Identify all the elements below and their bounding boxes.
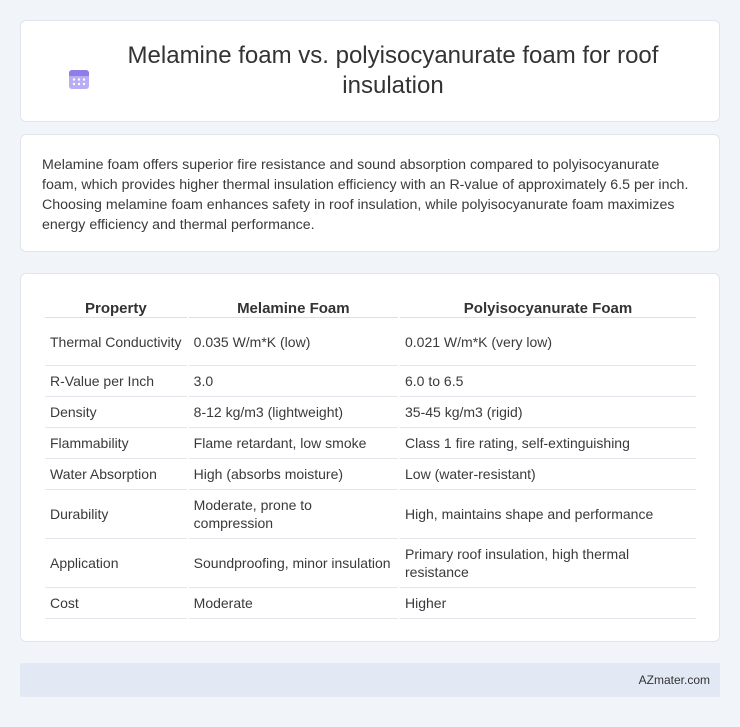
- cell-melamine: 3.0: [188, 366, 398, 397]
- cell-melamine: Moderate, prone to compression: [188, 490, 398, 539]
- cell-melamine: High (absorbs moisture): [188, 459, 398, 490]
- table-row: Cost Moderate Higher: [45, 588, 696, 619]
- cell-property: Density: [45, 397, 187, 428]
- cell-polyiso: Primary roof insulation, high thermal re…: [400, 539, 696, 588]
- cell-property: Thermal Conductivity: [45, 318, 187, 366]
- cell-melamine: Moderate: [188, 588, 398, 619]
- table-row: Thermal Conductivity 0.035 W/m*K (low) 0…: [45, 318, 696, 366]
- cell-property: Application: [45, 539, 187, 588]
- column-header-polyiso: Polyisocyanurate Foam: [400, 294, 696, 318]
- cell-polyiso: 6.0 to 6.5: [400, 366, 696, 397]
- table-row: Application Soundproofing, minor insulat…: [45, 539, 696, 588]
- cell-property: Cost: [45, 588, 187, 619]
- column-header-melamine: Melamine Foam: [188, 294, 398, 318]
- summary-card: Melamine foam offers superior fire resis…: [20, 134, 720, 252]
- table-row: R-Value per Inch 3.0 6.0 to 6.5: [45, 366, 696, 397]
- cell-polyiso: Low (water-resistant): [400, 459, 696, 490]
- title-wrap: Melamine foam vs. polyisocyanurate foam …: [50, 41, 690, 101]
- cell-polyiso: 35-45 kg/m3 (rigid): [400, 397, 696, 428]
- cell-melamine: Flame retardant, low smoke: [188, 428, 398, 459]
- summary-text: Melamine foam offers superior fire resis…: [42, 157, 689, 233]
- column-header-property: Property: [45, 294, 187, 318]
- title-card: Melamine foam vs. polyisocyanurate foam …: [20, 20, 720, 122]
- cell-polyiso: Higher: [400, 588, 696, 619]
- comparison-table-card: Property Melamine Foam Polyisocyanurate …: [20, 273, 720, 642]
- cell-polyiso: High, maintains shape and performance: [400, 490, 696, 539]
- table-row: Water Absorption High (absorbs moisture)…: [45, 459, 696, 490]
- footer-bar: AZmater.com: [20, 663, 720, 697]
- cell-polyiso: 0.021 W/m*K (very low): [400, 318, 696, 366]
- cell-melamine: 8-12 kg/m3 (lightweight): [188, 397, 398, 428]
- cell-melamine: 0.035 W/m*K (low): [188, 318, 398, 366]
- cell-polyiso: Class 1 fire rating, self-extinguishing: [400, 428, 696, 459]
- comparison-table: Property Melamine Foam Polyisocyanurate …: [43, 294, 698, 619]
- table-header-row: Property Melamine Foam Polyisocyanurate …: [45, 294, 696, 318]
- cell-melamine: Soundproofing, minor insulation: [188, 539, 398, 588]
- footer-brand: AZmater.com: [638, 673, 710, 687]
- table-row: Flammability Flame retardant, low smoke …: [45, 428, 696, 459]
- table-row: Durability Moderate, prone to compressio…: [45, 490, 696, 539]
- table-row: Density 8-12 kg/m3 (lightweight) 35-45 k…: [45, 397, 696, 428]
- cell-property: R-Value per Inch: [45, 366, 187, 397]
- cell-property: Water Absorption: [45, 459, 187, 490]
- cell-property: Flammability: [45, 428, 187, 459]
- calendar-icon: [69, 70, 89, 89]
- page-title: Melamine foam vs. polyisocyanurate foam …: [127, 42, 659, 99]
- cell-property: Durability: [45, 490, 187, 539]
